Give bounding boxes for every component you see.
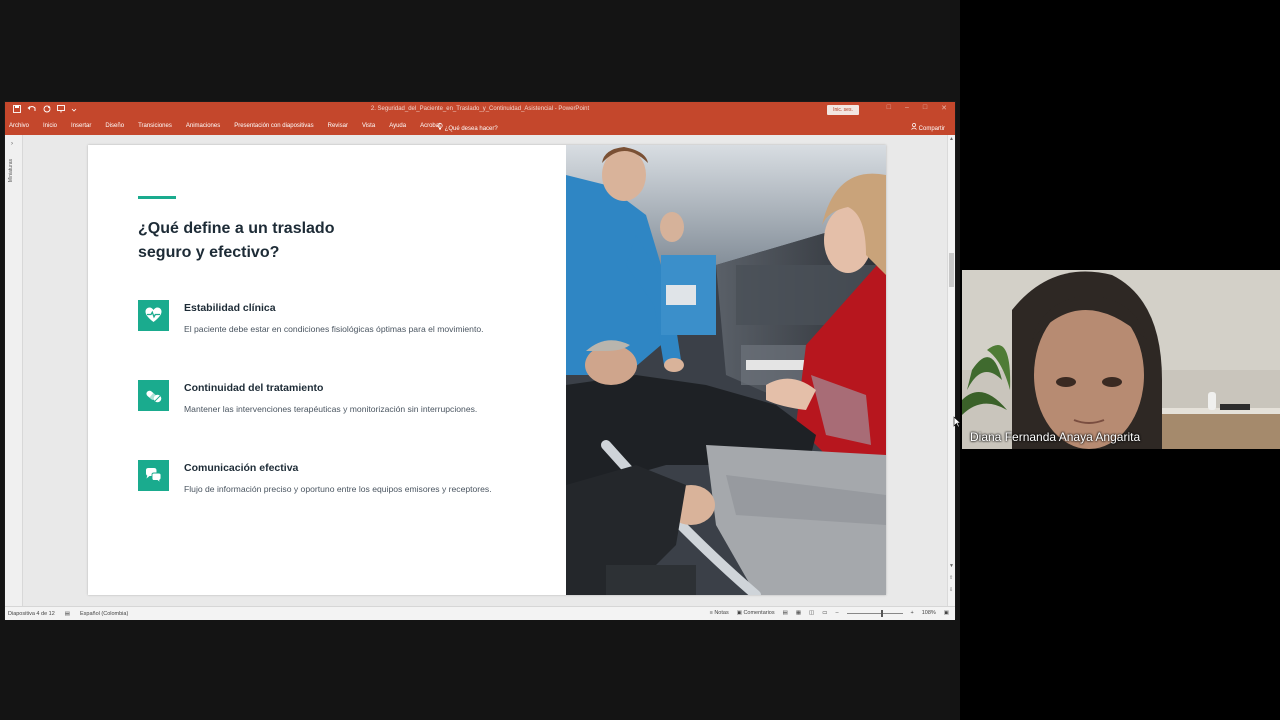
slide-canvas[interactable]: ¿Qué define a un traslado seguro y efect… bbox=[88, 145, 886, 595]
ribbon-tab[interactable]: Presentación con diapositivas bbox=[234, 123, 313, 129]
slide-title[interactable]: ¿Qué define a un traslado seguro y efect… bbox=[138, 217, 398, 265]
ribbon-display-icon[interactable]: □ bbox=[887, 104, 891, 112]
document-title: 2. Seguridad_del_Paciente_en_Traslado_y_… bbox=[370, 106, 590, 112]
mouse-cursor-icon bbox=[953, 416, 961, 428]
thumbnail-rail[interactable]: › Miniaturas bbox=[5, 135, 23, 606]
item-description: Mantener las intervenciones terapéuticas… bbox=[184, 404, 478, 414]
notes-label: Notas bbox=[714, 610, 729, 616]
zoom-level[interactable]: 108% bbox=[922, 610, 936, 616]
ribbon-tab[interactable]: Archivo bbox=[9, 123, 29, 129]
powerpoint-window: 2. Seguridad_del_Paciente_en_Traslado_y_… bbox=[4, 101, 956, 620]
slide-sorter-icon[interactable]: ▦ bbox=[796, 610, 801, 616]
list-item[interactable]: Comunicación efectiva Flujo de informaci… bbox=[138, 460, 558, 500]
ribbon-tab[interactable]: Vista bbox=[362, 123, 375, 129]
zoom-out-icon[interactable]: – bbox=[835, 610, 838, 616]
share-button[interactable]: Compartir bbox=[911, 123, 945, 132]
chat-bubbles-icon bbox=[138, 460, 169, 491]
person-icon bbox=[911, 123, 919, 132]
title-bar: 2. Seguridad_del_Paciente_en_Traslado_y_… bbox=[5, 102, 955, 118]
close-icon[interactable]: ✕ bbox=[941, 104, 947, 112]
ribbon-tab[interactable]: Insertar bbox=[71, 123, 91, 129]
item-heading: Estabilidad clínica bbox=[184, 302, 276, 314]
editing-area: › Miniaturas ¿Qué define a un traslado s… bbox=[5, 135, 955, 606]
maximize-icon[interactable]: □ bbox=[923, 104, 927, 112]
chevron-right-icon[interactable]: › bbox=[11, 141, 13, 147]
window-controls: □ – □ ✕ bbox=[887, 104, 947, 112]
slide-title-line-1: ¿Qué define a un traslado bbox=[138, 220, 335, 237]
comments-button[interactable]: ▣ Comentarios bbox=[737, 610, 775, 616]
status-bar: Diapositiva 4 de 12 ▤ Español (Colombia)… bbox=[5, 606, 955, 620]
participant-video-feed bbox=[962, 270, 1280, 449]
zoom-slider[interactable] bbox=[846, 609, 903, 617]
tell-me-label: ¿Qué desea hacer? bbox=[444, 126, 498, 132]
scroll-down-icon[interactable]: ▼ bbox=[949, 563, 954, 569]
ambulance-scene-image bbox=[566, 145, 886, 595]
list-item[interactable]: Estabilidad clínica El paciente debe est… bbox=[138, 300, 558, 340]
heart-pulse-icon bbox=[138, 300, 169, 331]
item-description: Flujo de información preciso y oportuno … bbox=[184, 484, 492, 494]
notes-button[interactable]: ≡ Notas bbox=[710, 610, 729, 616]
comments-label: Comentarios bbox=[743, 610, 775, 616]
zoom-slider-knob[interactable] bbox=[880, 609, 883, 617]
participant-name: Diana Fernanda Anaya Angarita bbox=[970, 430, 1141, 444]
ribbon-tab[interactable]: Revisar bbox=[328, 123, 348, 129]
next-slide-icon[interactable]: ⇩ bbox=[949, 587, 953, 593]
zoom-in-icon[interactable]: + bbox=[911, 610, 914, 616]
ribbon-tab[interactable]: Animaciones bbox=[186, 123, 220, 129]
thumbnails-label: Miniaturas bbox=[8, 159, 14, 183]
scroll-up-icon[interactable]: ▲ bbox=[949, 136, 954, 142]
ambulance-photo[interactable] bbox=[566, 145, 886, 595]
item-heading: Comunicación efectiva bbox=[184, 462, 299, 474]
slide-counter: Diapositiva 4 de 12 bbox=[8, 611, 55, 617]
fit-to-window-icon[interactable]: ▣ bbox=[944, 610, 949, 616]
item-description: El paciente debe estar en condiciones fi… bbox=[184, 324, 484, 334]
minimize-icon[interactable]: – bbox=[905, 104, 909, 112]
ribbon-tab[interactable]: Diseño bbox=[105, 123, 124, 129]
ribbon-tab[interactable]: Ayuda bbox=[389, 123, 406, 129]
share-label: Compartir bbox=[918, 126, 945, 132]
item-heading: Continuidad del tratamiento bbox=[184, 382, 324, 394]
previous-slide-icon[interactable]: ⇧ bbox=[949, 575, 953, 581]
pills-icon bbox=[138, 380, 169, 411]
tell-me-search[interactable]: ¿Qué desea hacer? bbox=[437, 123, 498, 132]
ribbon-tab[interactable]: Inicio bbox=[43, 123, 57, 129]
reading-view-icon[interactable]: ◫ bbox=[809, 610, 814, 616]
language-indicator[interactable]: Español (Colombia) bbox=[80, 611, 128, 617]
screen: 2. Seguridad_del_Paciente_en_Traslado_y_… bbox=[0, 0, 1280, 720]
ribbon-tabs: Archivo Inicio Insertar Diseño Transiciones A… bbox=[5, 118, 955, 135]
list-item[interactable]: Continuidad del tratamiento Mantener las… bbox=[138, 380, 558, 420]
slideshow-view-icon[interactable]: ▭ bbox=[822, 610, 827, 616]
ribbon-tab[interactable]: Transiciones bbox=[138, 123, 172, 129]
scrollbar-thumb[interactable] bbox=[949, 253, 954, 287]
spellcheck-icon[interactable]: ▤ bbox=[65, 611, 70, 617]
slide-title-line-2: seguro y efectivo? bbox=[138, 244, 280, 261]
vertical-scrollbar[interactable]: ▲ ▼ ⇧ ⇩ bbox=[947, 135, 955, 606]
lightbulb-icon bbox=[437, 123, 445, 132]
participant-video-tile[interactable]: Diana Fernanda Anaya Angarita bbox=[962, 270, 1280, 449]
normal-view-icon[interactable]: ▤ bbox=[783, 610, 788, 616]
accent-bar bbox=[138, 196, 176, 199]
ribbon-tab-list: Archivo Inicio Insertar Diseño Transiciones A… bbox=[9, 123, 455, 129]
sign-in-button[interactable]: Inic. ses. bbox=[827, 105, 859, 115]
